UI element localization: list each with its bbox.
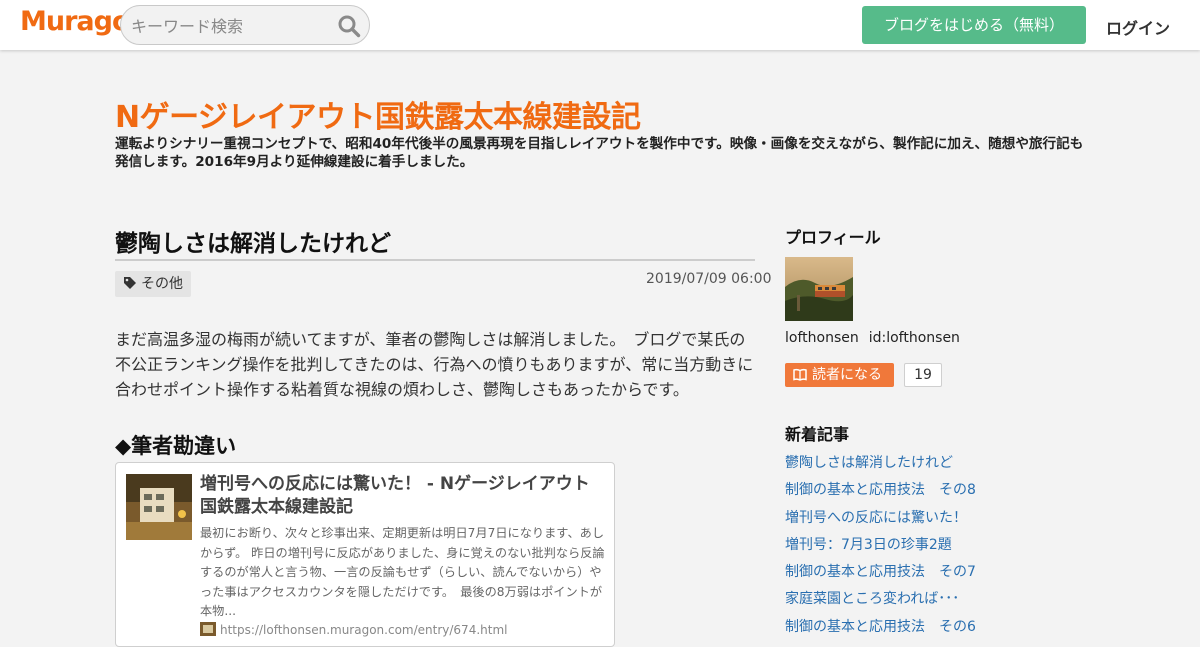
link-card-url[interactable]: https://lofthonsen.muragon.com/entry/674… [200,620,507,637]
section-heading: ◆筆者勘違い [115,434,237,458]
search-box [120,5,370,45]
recent-post-link[interactable]: 制御の基本と応用技法 その6 [785,616,976,643]
top-bar: Muragon ブログをはじめる（無料） ログイン [0,0,1200,50]
recent-posts-heading: 新着記事 [785,425,850,444]
entry-date: 2019/07/09 06:00 [646,271,772,287]
entry-title[interactable]: 鬱陶しさは解消したけれど [115,224,391,258]
recent-post-link[interactable]: 制御の基本と応用技法 その7 [785,561,976,588]
recent-post-link[interactable]: 増刊号への反応には驚いた！ [785,507,976,534]
login-link[interactable]: ログイン [1106,15,1170,39]
tag-icon [124,277,136,289]
blog-title[interactable]: Nゲージレイアウト国鉄露太本線建設記 [115,92,641,136]
book-icon [793,368,807,381]
category-tag[interactable]: その他 [115,271,191,297]
link-card-thumbnail [126,474,192,540]
profile-names: lofthonsen id:lofthonsen [785,330,970,346]
favicon-icon [200,622,216,636]
link-card-url-text: https://lofthonsen.muragon.com/entry/674… [220,623,508,637]
become-reader-label: 読者になる [812,367,882,383]
recent-post-link[interactable]: 家庭菜園ところ変われば･･･ [785,588,976,615]
recent-posts-list: 鬱陶しさは解消したけれど 制御の基本と応用技法 その8 増刊号への反応には驚いた… [785,452,976,643]
magnifier-icon [338,15,361,38]
entry-body: まだ高温多湿の梅雨が続いてますが、筆者の鬱陶しさは解消しました。 ブログで某氏の… [115,330,754,399]
link-card[interactable]: 増刊号への反応には驚いた！ - Nゲージレイアウト国鉄露太本線建設記 最初にお断… [115,462,615,647]
reader-count: 19 [904,363,942,387]
profile-user-name[interactable]: lofthonsen [785,330,859,346]
search-button[interactable] [337,14,361,38]
search-input[interactable] [131,14,331,38]
link-card-excerpt: 最初にお断り、次々と珍事出来、定期更新は明日7月7日になります、あしからず。 昨… [200,526,605,618]
blog-description: 運転よりシナリー重視コンセプトで、昭和40年代後半の風景再現を目指しレイアウトを… [115,136,1084,170]
title-divider [115,259,755,261]
profile-user-id[interactable]: id:lofthonsen [869,330,960,346]
profile-avatar[interactable] [785,257,853,321]
recent-post-link[interactable]: 増刊号：7月3日の珍事2題 [785,534,976,561]
category-label: その他 [141,276,183,292]
profile-heading: プロフィール [785,228,881,247]
become-reader-button[interactable]: 読者になる [785,363,894,387]
link-card-title[interactable]: 増刊号への反応には驚いた！ - Nゲージレイアウト国鉄露太本線建設記 [200,473,600,519]
recent-post-link[interactable]: 制御の基本と応用技法 その8 [785,479,976,506]
start-blog-button[interactable]: ブログをはじめる（無料） [862,6,1086,44]
recent-post-link[interactable]: 鬱陶しさは解消したけれど [785,452,976,479]
